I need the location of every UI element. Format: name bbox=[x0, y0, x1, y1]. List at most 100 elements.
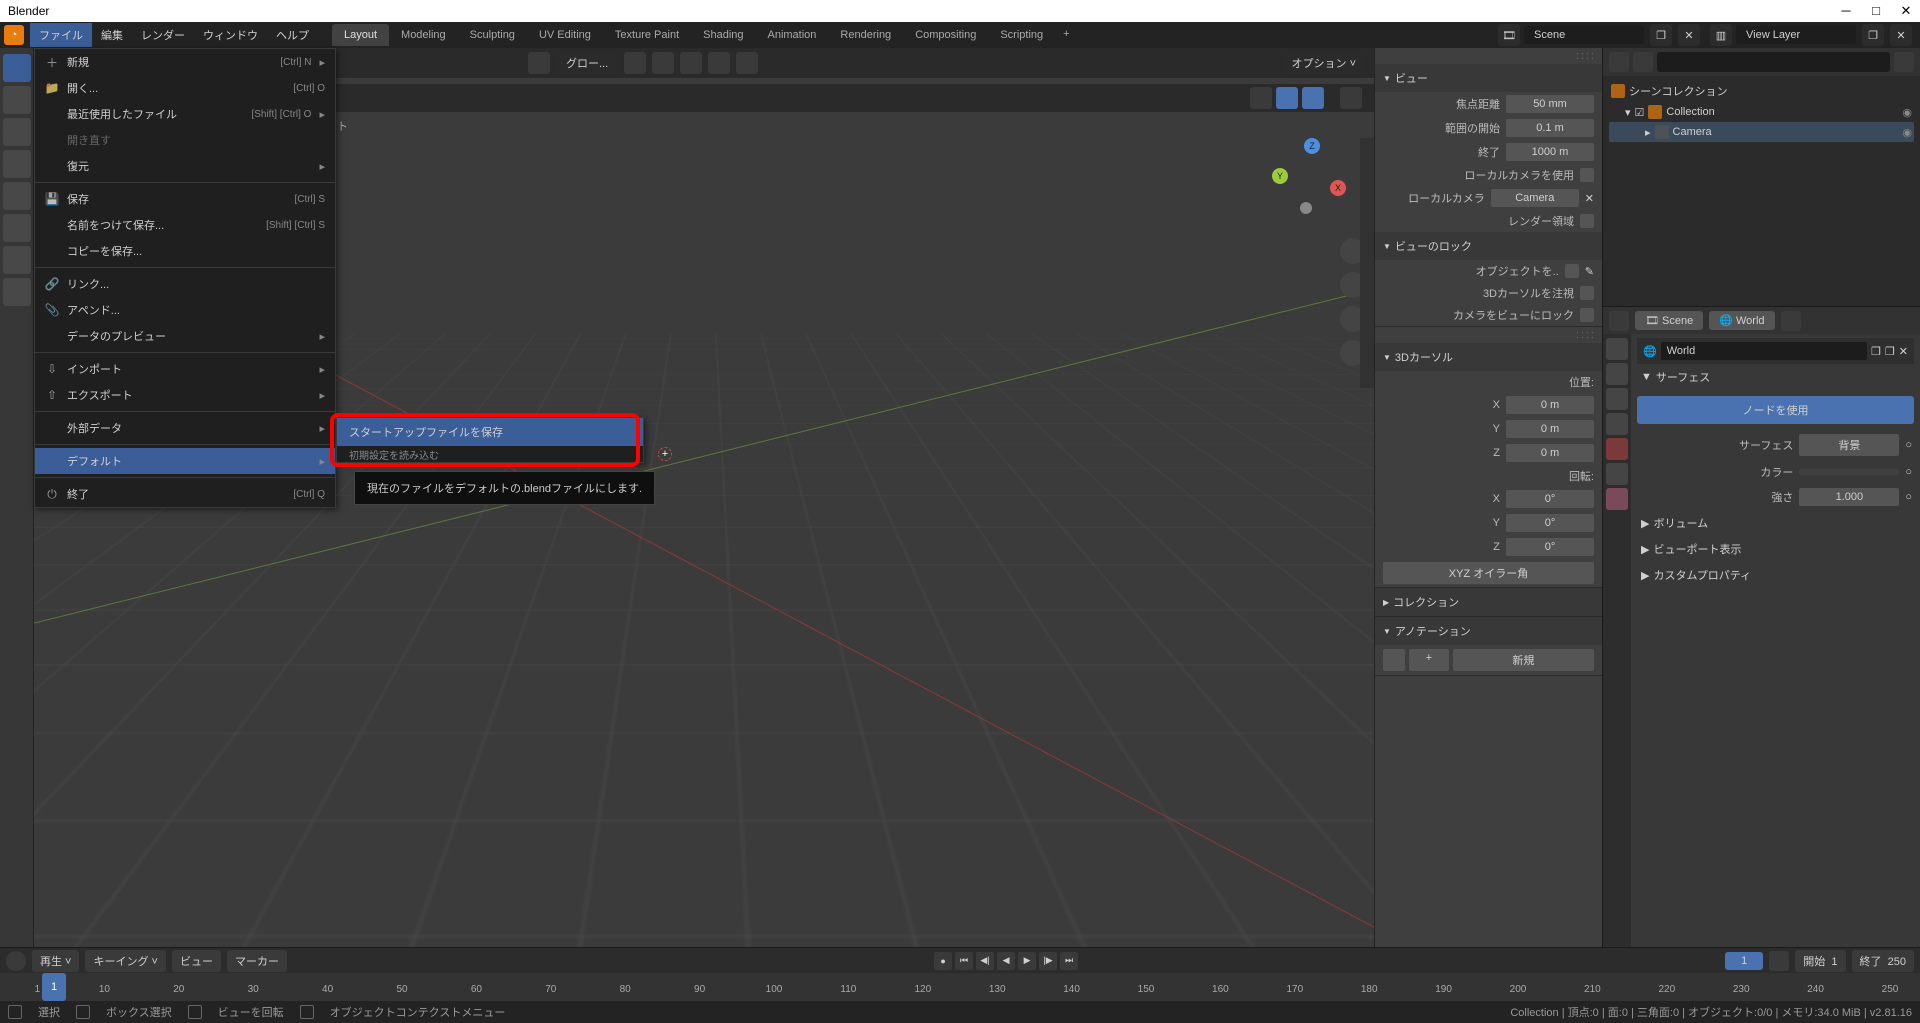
timeline-marker-menu[interactable]: マーカー bbox=[227, 950, 287, 972]
blender-logo-icon[interactable]: ◔ bbox=[4, 25, 24, 45]
render-region-check[interactable] bbox=[1580, 214, 1594, 228]
view-section-title[interactable]: ビュー bbox=[1395, 70, 1428, 86]
tool-transform[interactable] bbox=[3, 214, 31, 242]
end-frame-field[interactable]: 終了 250 bbox=[1852, 950, 1914, 972]
npanel-collapse-handle[interactable] bbox=[1360, 138, 1374, 388]
tab-output[interactable] bbox=[1606, 363, 1628, 385]
proportional-type-icon[interactable] bbox=[736, 52, 758, 74]
tool-move[interactable] bbox=[3, 118, 31, 146]
visibility-dropdown-icon[interactable] bbox=[1250, 87, 1272, 109]
gizmo-axis-z[interactable]: Z bbox=[1304, 138, 1320, 154]
start-frame-field[interactable]: 開始 1 bbox=[1795, 950, 1845, 972]
file-menu-item[interactable]: ＋新規[Ctrl] N▸ bbox=[35, 49, 335, 75]
outliner-display-icon[interactable] bbox=[1633, 52, 1653, 72]
workspace-tab-rendering[interactable]: Rendering bbox=[828, 24, 903, 46]
keying-dropdown[interactable]: キーイング ˅ bbox=[85, 950, 165, 972]
cursor-y[interactable]: 0 m bbox=[1506, 420, 1594, 438]
outliner-search-input[interactable] bbox=[1657, 52, 1890, 72]
maximize-button[interactable]: □ bbox=[1870, 3, 1882, 19]
timeline-mode-icon[interactable] bbox=[6, 951, 26, 971]
orientation-icon[interactable] bbox=[528, 52, 550, 74]
use-nodes-button[interactable]: ノードを使用 bbox=[1637, 396, 1914, 424]
timeline-view-menu[interactable]: ビュー bbox=[172, 950, 221, 972]
surface-section[interactable]: サーフェス bbox=[1656, 369, 1710, 385]
workspace-tab-modeling[interactable]: Modeling bbox=[389, 24, 458, 46]
tab-scene[interactable] bbox=[1606, 413, 1628, 435]
viewlock-section[interactable]: ビューのロック bbox=[1395, 238, 1472, 254]
menu-edit[interactable]: 編集 bbox=[92, 23, 132, 47]
outliner-filter-icon[interactable] bbox=[1894, 52, 1914, 72]
custom-props-section[interactable]: カスタムプロパティ bbox=[1653, 567, 1751, 583]
annotation-section[interactable]: アノテーション bbox=[1395, 623, 1471, 639]
playback-dropdown[interactable]: 再生 ˅ bbox=[32, 950, 79, 972]
jump-start[interactable]: ⏮ bbox=[955, 952, 973, 970]
annotation-color-icon[interactable] bbox=[1383, 649, 1405, 671]
submenu-item[interactable]: 初期設定を読み込む bbox=[337, 446, 643, 462]
transform-orientation-dropdown[interactable]: グロー... bbox=[556, 52, 618, 74]
cursor-ry[interactable]: 0° bbox=[1506, 514, 1594, 532]
jump-prev-key[interactable]: ◀| bbox=[976, 952, 994, 970]
world-strength-field[interactable]: 1.000 bbox=[1799, 488, 1899, 506]
lock-camera-check[interactable] bbox=[1580, 308, 1594, 322]
close-button[interactable]: ✕ bbox=[1900, 3, 1912, 19]
collection-section[interactable]: コレクション bbox=[1393, 594, 1459, 610]
minimize-button[interactable]: ─ bbox=[1840, 3, 1852, 19]
lock-object-field[interactable] bbox=[1565, 264, 1579, 278]
visibility-icon[interactable]: ◉ bbox=[1902, 126, 1912, 139]
gizmo-axis-y[interactable]: Y bbox=[1272, 168, 1288, 184]
menu-render[interactable]: レンダー bbox=[132, 23, 194, 47]
tab-viewlayer[interactable] bbox=[1606, 388, 1628, 410]
visibility-icon[interactable]: ◉ bbox=[1902, 106, 1912, 119]
workspace-add-button[interactable]: + bbox=[1055, 24, 1077, 46]
jump-end[interactable]: ⏭ bbox=[1060, 952, 1078, 970]
clear-icon[interactable]: ✕ bbox=[1585, 192, 1594, 205]
xray-toggle[interactable] bbox=[1340, 87, 1362, 109]
file-menu-item[interactable]: データのプレビュー▸ bbox=[35, 323, 335, 349]
snap-toggle[interactable] bbox=[652, 52, 674, 74]
scene-browse-icon[interactable]: 🎞 bbox=[1498, 24, 1520, 46]
tool-annotate[interactable] bbox=[3, 246, 31, 274]
lock-cursor-check[interactable] bbox=[1580, 286, 1594, 300]
clip-start-field[interactable]: 0.1 m bbox=[1506, 119, 1594, 137]
volume-section[interactable]: ボリューム bbox=[1653, 515, 1708, 531]
tool-cursor[interactable] bbox=[3, 86, 31, 114]
file-menu-item[interactable]: 復元▸ bbox=[35, 153, 335, 179]
world-name-field[interactable]: World bbox=[1661, 342, 1867, 360]
world-delete-icon[interactable]: ✕ bbox=[1899, 345, 1908, 358]
preview-range-icon[interactable] bbox=[1769, 951, 1789, 971]
cursor-rz[interactable]: 0° bbox=[1506, 538, 1594, 556]
viewlayer-delete-icon[interactable]: ✕ bbox=[1890, 24, 1912, 46]
world-copy-icon[interactable]: ❐ bbox=[1871, 345, 1881, 358]
surface-type-dropdown[interactable]: 背景 bbox=[1799, 434, 1899, 456]
scene-name-field[interactable]: Scene bbox=[1524, 26, 1644, 44]
file-menu-item[interactable]: ⇧エクスポート▸ bbox=[35, 382, 335, 408]
tool-measure[interactable] bbox=[3, 278, 31, 306]
timeline-ruler[interactable]: 1 11020304050607080901001101201301401501… bbox=[0, 973, 1920, 1001]
outliner-collection[interactable]: ▾☑Collection◉ bbox=[1609, 102, 1914, 122]
file-menu-item[interactable]: ⇩インポート▸ bbox=[35, 356, 335, 382]
play-reverse[interactable]: ◀ bbox=[997, 952, 1015, 970]
props-world-tag[interactable]: 🌐 World bbox=[1709, 311, 1774, 330]
file-menu-item[interactable]: 🔗リンク... bbox=[35, 271, 335, 297]
file-menu-item[interactable]: コピーを保存... bbox=[35, 238, 335, 264]
local-camera-check[interactable] bbox=[1580, 168, 1594, 182]
gizmo-toggle[interactable] bbox=[1276, 87, 1298, 109]
tab-object[interactable] bbox=[1606, 463, 1628, 485]
focal-length-field[interactable]: 50 mm bbox=[1506, 95, 1594, 113]
menu-help[interactable]: ヘルプ bbox=[267, 23, 318, 47]
tab-world[interactable] bbox=[1606, 438, 1628, 460]
file-menu-item[interactable]: 名前をつけて保存...[Shift] [Ctrl] S bbox=[35, 212, 335, 238]
autokey-toggle[interactable]: ● bbox=[934, 952, 952, 970]
navigation-gizmo[interactable]: Z Y X bbox=[1272, 138, 1352, 218]
gizmo-axis-neg[interactable] bbox=[1300, 202, 1312, 214]
submenu-item[interactable]: スタートアップファイルを保存 bbox=[337, 418, 643, 446]
file-menu-item[interactable]: 最近使用したファイル[Shift] [Ctrl] O▸ bbox=[35, 101, 335, 127]
props-pin-icon[interactable] bbox=[1781, 311, 1801, 331]
viewlayer-browse-icon[interactable]: ▥ bbox=[1710, 24, 1732, 46]
proportional-toggle[interactable] bbox=[708, 52, 730, 74]
current-frame-field[interactable]: 1 bbox=[1725, 952, 1763, 970]
tab-render[interactable] bbox=[1606, 338, 1628, 360]
playhead[interactable]: 1 bbox=[42, 973, 66, 1001]
world-browse-icon[interactable]: 🌐 bbox=[1643, 345, 1657, 358]
outliner[interactable]: シーンコレクション ▾☑Collection◉ ▸Camera◉ bbox=[1603, 76, 1920, 306]
